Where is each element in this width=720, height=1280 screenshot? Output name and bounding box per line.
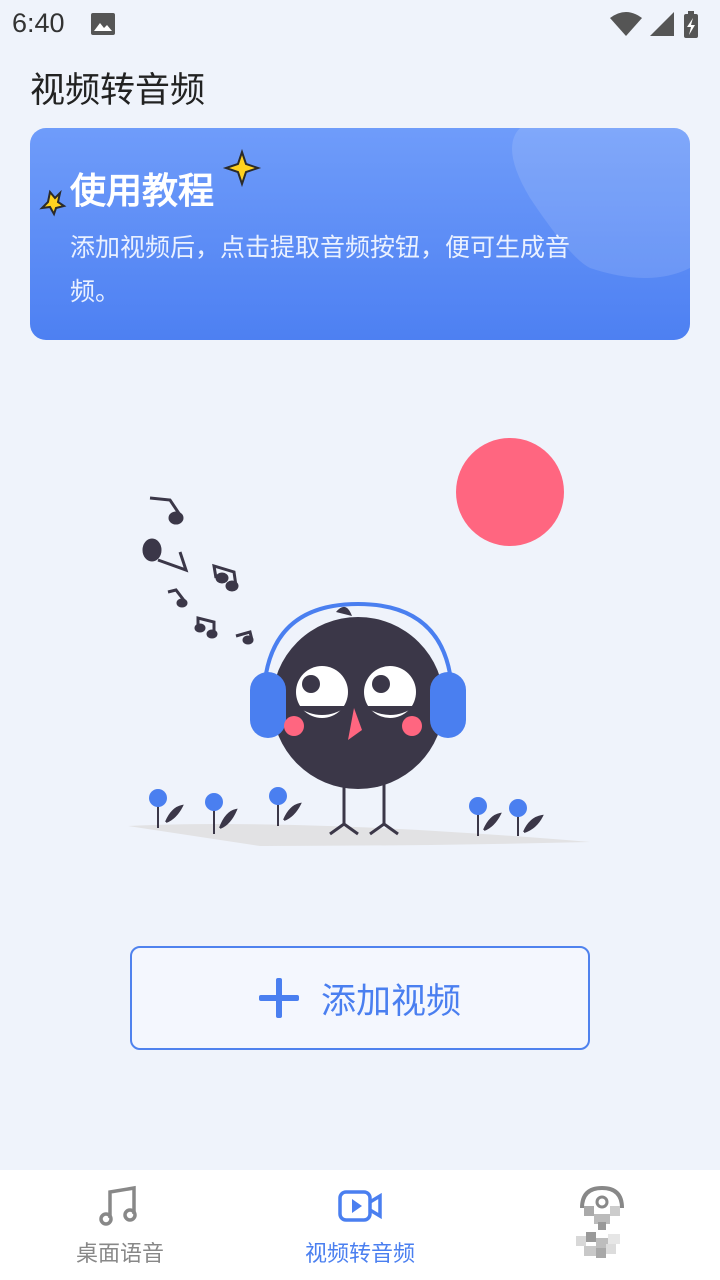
tutorial-title: 使用教程	[70, 171, 215, 212]
headphone-right-cup	[430, 672, 466, 738]
nav-item-desktop-voice[interactable]: 桌面语音	[0, 1170, 240, 1280]
bird-headphones-illustration	[128, 438, 590, 846]
nav-label-desktop-voice: 桌面语音	[75, 1242, 164, 1267]
bird-body	[272, 617, 444, 789]
nav-item-video-to-audio[interactable]: 视频转音频	[240, 1170, 480, 1280]
headphone-left-cup	[250, 672, 286, 738]
music-notes	[142, 496, 254, 645]
status-bar: 6:40	[0, 0, 720, 50]
image-notification-icon	[91, 13, 115, 35]
bottom-navigation: 桌面语音 视频转音频	[0, 1170, 720, 1280]
wifi-icon	[610, 12, 642, 36]
signal-icon	[650, 12, 674, 36]
music-note-icon	[99, 1185, 137, 1226]
add-video-label: 添加视频	[320, 981, 461, 1022]
pixelated-label	[576, 1232, 620, 1258]
plus-icon	[258, 978, 299, 1018]
flower-heads	[149, 787, 527, 817]
bird-left-cheek	[284, 716, 304, 736]
sparkle-small-icon	[39, 189, 67, 217]
sparkle-icon	[222, 148, 262, 188]
profile-icon	[580, 1185, 624, 1230]
status-indicators	[610, 11, 698, 38]
ground-shadow	[128, 824, 590, 846]
nav-label-video-to-audio: 视频转音频	[304, 1242, 415, 1267]
sun-circle	[456, 438, 564, 546]
add-video-button[interactable]: 添加视频	[130, 946, 590, 1050]
nav-item-profile[interactable]	[480, 1170, 720, 1280]
tutorial-description: 添加视频后，点击提取音频按钮，便可生成音频。	[70, 233, 571, 306]
tutorial-card: 使用教程 添加视频后，点击提取音频按钮，便可生成音频。	[30, 128, 690, 340]
bird-right-cheek	[402, 716, 422, 736]
status-time: 6:40	[12, 8, 65, 38]
page-title: 视频转音频	[30, 71, 206, 111]
video-icon	[338, 1190, 382, 1222]
